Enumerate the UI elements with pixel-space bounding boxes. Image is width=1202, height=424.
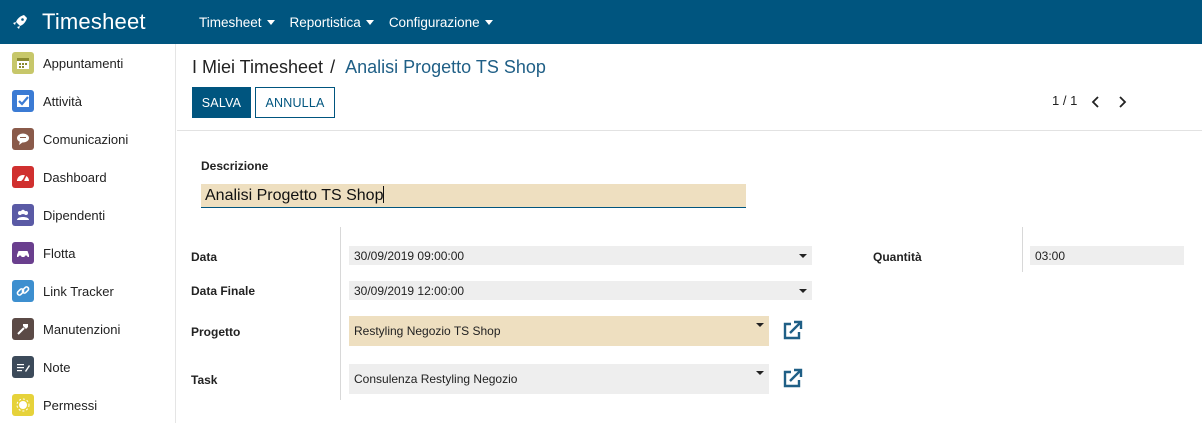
checkmark-icon xyxy=(12,90,34,112)
hammer-icon xyxy=(12,318,34,340)
task-select[interactable]: Consulenza Restyling Negozio xyxy=(349,364,769,394)
description-label: Descrizione xyxy=(201,159,269,173)
column-separator xyxy=(340,227,341,400)
external-link-icon[interactable] xyxy=(780,367,804,391)
menu-reportistica-label: Reportistica xyxy=(289,14,361,30)
task-value: Consulenza Restyling Negozio xyxy=(354,372,518,386)
menu-configurazione[interactable]: Configurazione xyxy=(389,15,493,30)
description-input[interactable]: Analisi Progetto TS Shop xyxy=(201,184,746,208)
sidebar-item-attivita[interactable]: Attività xyxy=(0,82,175,120)
header-divider xyxy=(177,130,1202,131)
car-icon xyxy=(12,242,34,264)
description-value: Analisi Progetto TS Shop xyxy=(205,187,384,204)
calendar-icon xyxy=(12,52,34,74)
sidebar-item-label: Comunicazioni xyxy=(43,131,129,147)
sidebar-item-label: Dashboard xyxy=(43,169,107,185)
app-brand[interactable]: Timesheet xyxy=(10,0,146,44)
progetto-value: Restyling Negozio TS Shop xyxy=(354,324,501,338)
breadcrumb-root[interactable]: I Miei Timesheet xyxy=(192,57,323,77)
top-navbar: Timesheet Timesheet Reportistica Configu… xyxy=(0,0,1202,44)
data-datetime-field[interactable]: 30/09/2019 09:00:00 xyxy=(349,246,812,265)
chat-bubble-icon xyxy=(12,128,34,150)
main-content: I Miei Timesheet / Analisi Progetto TS S… xyxy=(177,44,1202,423)
chevron-right-icon xyxy=(1119,96,1127,108)
link-icon xyxy=(12,280,34,302)
sidebar-item-label: Flotta xyxy=(43,245,76,261)
pager-prev-button[interactable] xyxy=(1086,92,1106,112)
app-title: Timesheet xyxy=(42,9,146,34)
sidebar-item-comunicazioni[interactable]: Comunicazioni xyxy=(0,120,175,158)
sidebar-item-appuntamenti[interactable]: Appuntamenti xyxy=(0,44,175,82)
caret-down-icon xyxy=(266,19,275,25)
data-finale-value: 30/09/2019 12:00:00 xyxy=(354,284,465,298)
sidebar-item-label: Permessi xyxy=(43,397,98,413)
sidebar-item-dipendenti[interactable]: Dipendenti xyxy=(0,196,175,234)
sidebar-item-flotta[interactable]: Flotta xyxy=(0,234,175,272)
caret-down-icon xyxy=(365,19,374,25)
save-button[interactable]: SALVA xyxy=(192,87,251,118)
note-pencil-icon xyxy=(12,356,34,378)
caret-down-icon xyxy=(756,323,764,327)
breadcrumb-separator: / xyxy=(330,57,336,77)
quantita-input[interactable]: 03:00 xyxy=(1030,246,1184,265)
quantita-label: Quantità xyxy=(873,250,922,264)
menu-timesheet-label: Timesheet xyxy=(199,14,262,30)
sidebar-item-label: Manutenzioni xyxy=(43,321,121,337)
data-value: 30/09/2019 09:00:00 xyxy=(354,249,465,263)
caret-down-icon xyxy=(756,371,764,375)
sidebar-item-link-tracker[interactable]: Link Tracker xyxy=(0,272,175,310)
data-label: Data xyxy=(191,250,218,264)
menu-configurazione-label: Configurazione xyxy=(388,14,480,30)
pager-next-button[interactable] xyxy=(1112,92,1132,112)
sidebar-item-permessi[interactable]: Permessi xyxy=(0,386,175,424)
progetto-select[interactable]: Restyling Negozio TS Shop xyxy=(349,316,769,346)
cancel-button[interactable]: ANNULLA xyxy=(255,87,335,118)
data-finale-label: Data Finale xyxy=(191,284,256,298)
rocket-icon xyxy=(13,15,27,29)
top-menu: Timesheet Reportistica Configurazione xyxy=(199,0,508,44)
progetto-label: Progetto xyxy=(191,325,241,339)
sidebar-item-manutenzioni[interactable]: Manutenzioni xyxy=(0,310,175,348)
data-finale-datetime-field[interactable]: 30/09/2019 12:00:00 xyxy=(349,281,812,300)
sidebar-item-dashboard[interactable]: Dashboard xyxy=(0,158,175,196)
breadcrumb: I Miei Timesheet / Analisi Progetto TS S… xyxy=(192,57,546,78)
sidebar-item-label: Dipendenti xyxy=(43,207,106,223)
gauge-icon xyxy=(12,166,34,188)
sidebar-item-label: Appuntamenti xyxy=(43,55,124,71)
sidebar: Appuntamenti Attività Comunicazioni Dash… xyxy=(0,44,176,423)
sidebar-item-label: Attività xyxy=(43,93,83,109)
external-link-icon[interactable] xyxy=(780,319,804,343)
people-icon xyxy=(12,204,34,226)
column-separator xyxy=(1022,227,1023,272)
text-cursor xyxy=(383,186,385,203)
breadcrumb-current: Analisi Progetto TS Shop xyxy=(345,57,546,77)
sidebar-item-label: Note xyxy=(43,359,71,375)
menu-timesheet[interactable]: Timesheet xyxy=(199,15,275,30)
pager-counter: 1 / 1 xyxy=(1052,93,1078,108)
caret-down-icon xyxy=(484,19,493,25)
chevron-left-icon xyxy=(1091,96,1099,108)
sidebar-item-label: Link Tracker xyxy=(43,283,114,299)
sidebar-item-note[interactable]: Note xyxy=(0,348,175,386)
menu-reportistica[interactable]: Reportistica xyxy=(290,15,374,30)
quantita-value: 03:00 xyxy=(1035,249,1066,263)
sun-icon xyxy=(12,394,34,416)
caret-down-icon xyxy=(799,289,807,293)
caret-down-icon xyxy=(799,254,807,258)
task-label: Task xyxy=(191,373,218,387)
